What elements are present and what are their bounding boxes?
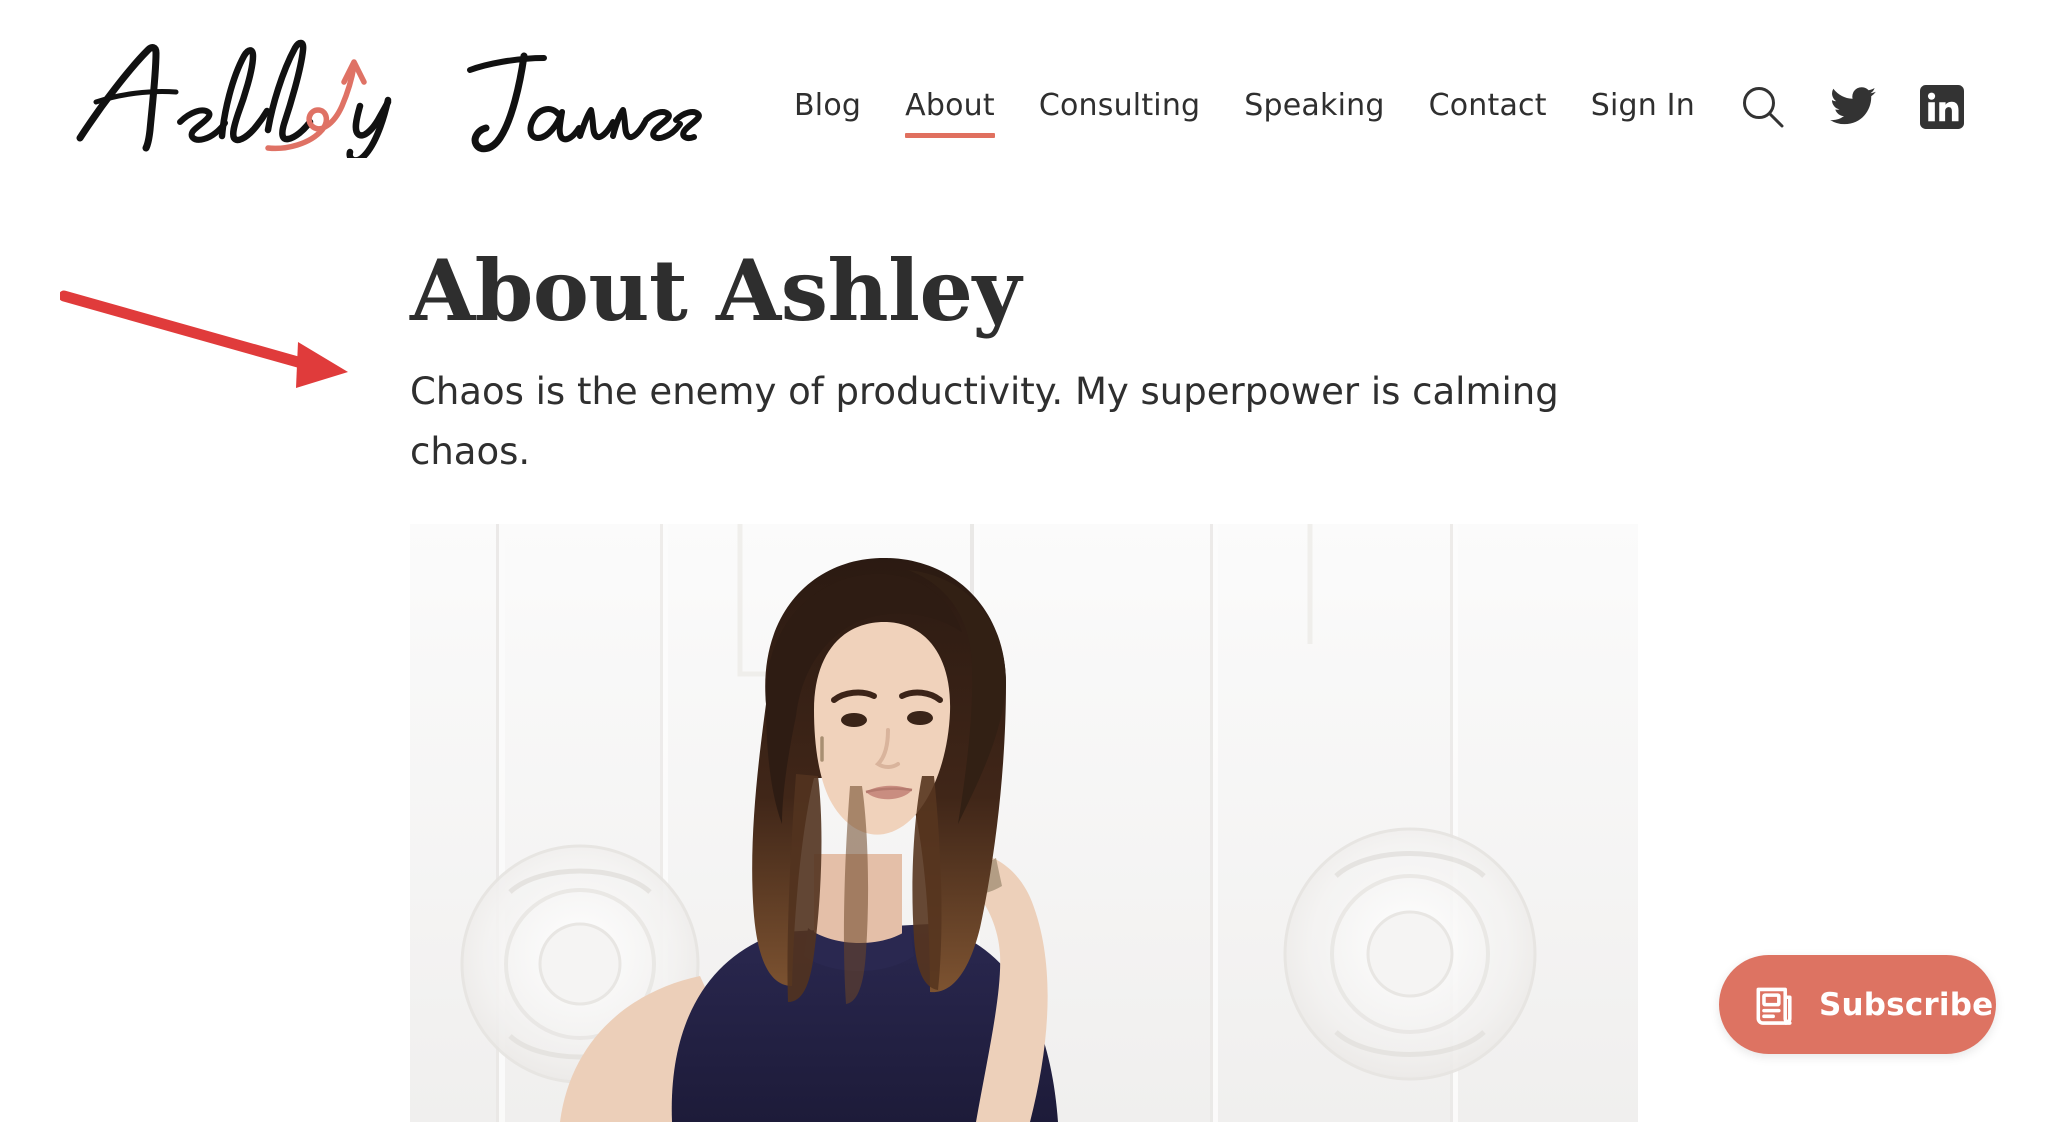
- page-title: About Ashley: [410, 241, 1021, 340]
- brand-logo[interactable]: [72, 26, 712, 158]
- nav-item-about[interactable]: About: [883, 86, 1017, 138]
- linkedin-icon[interactable]: [1920, 85, 1964, 129]
- newspaper-icon-glyph: [1756, 987, 1792, 1025]
- search-icon-glyph: [1743, 87, 1784, 128]
- nav-item-sign-in[interactable]: Sign In: [1569, 86, 1717, 126]
- search-icon[interactable]: [1740, 84, 1786, 130]
- twitter-icon-glyph: [1830, 87, 1876, 125]
- subscribe-button[interactable]: Subscribe: [1719, 955, 1996, 1054]
- page-subtitle: Chaos is the enemy of productivity. My s…: [410, 370, 1559, 473]
- nav-item-blog[interactable]: Blog: [772, 86, 883, 126]
- nav-item-contact[interactable]: Contact: [1407, 86, 1569, 126]
- ashley-portrait-photo: [410, 524, 1638, 1122]
- about-page: Blog About Consulting Speaking Contact S…: [0, 0, 2048, 1122]
- twitter-icon[interactable]: [1830, 87, 1876, 127]
- wall-medallion-right: [1283, 827, 1537, 1081]
- site-header: Blog About Consulting Speaking Contact S…: [0, 0, 2048, 186]
- nav-item-speaking[interactable]: Speaking: [1222, 86, 1406, 126]
- header-icons: [1740, 84, 1964, 130]
- linkedin-icon-glyph: [1920, 85, 1964, 129]
- script-signature-logo: [76, 39, 702, 158]
- red-arrow-annotation: [58, 268, 390, 398]
- nav-item-consulting[interactable]: Consulting: [1017, 86, 1222, 126]
- primary-nav: Blog About Consulting Speaking Contact S…: [772, 86, 1717, 138]
- portrait-illustration: [410, 524, 1638, 1122]
- newspaper-icon: [1753, 982, 1799, 1028]
- red-arrow-glyph: [58, 290, 348, 388]
- subscribe-label: Subscribe: [1819, 986, 1994, 1023]
